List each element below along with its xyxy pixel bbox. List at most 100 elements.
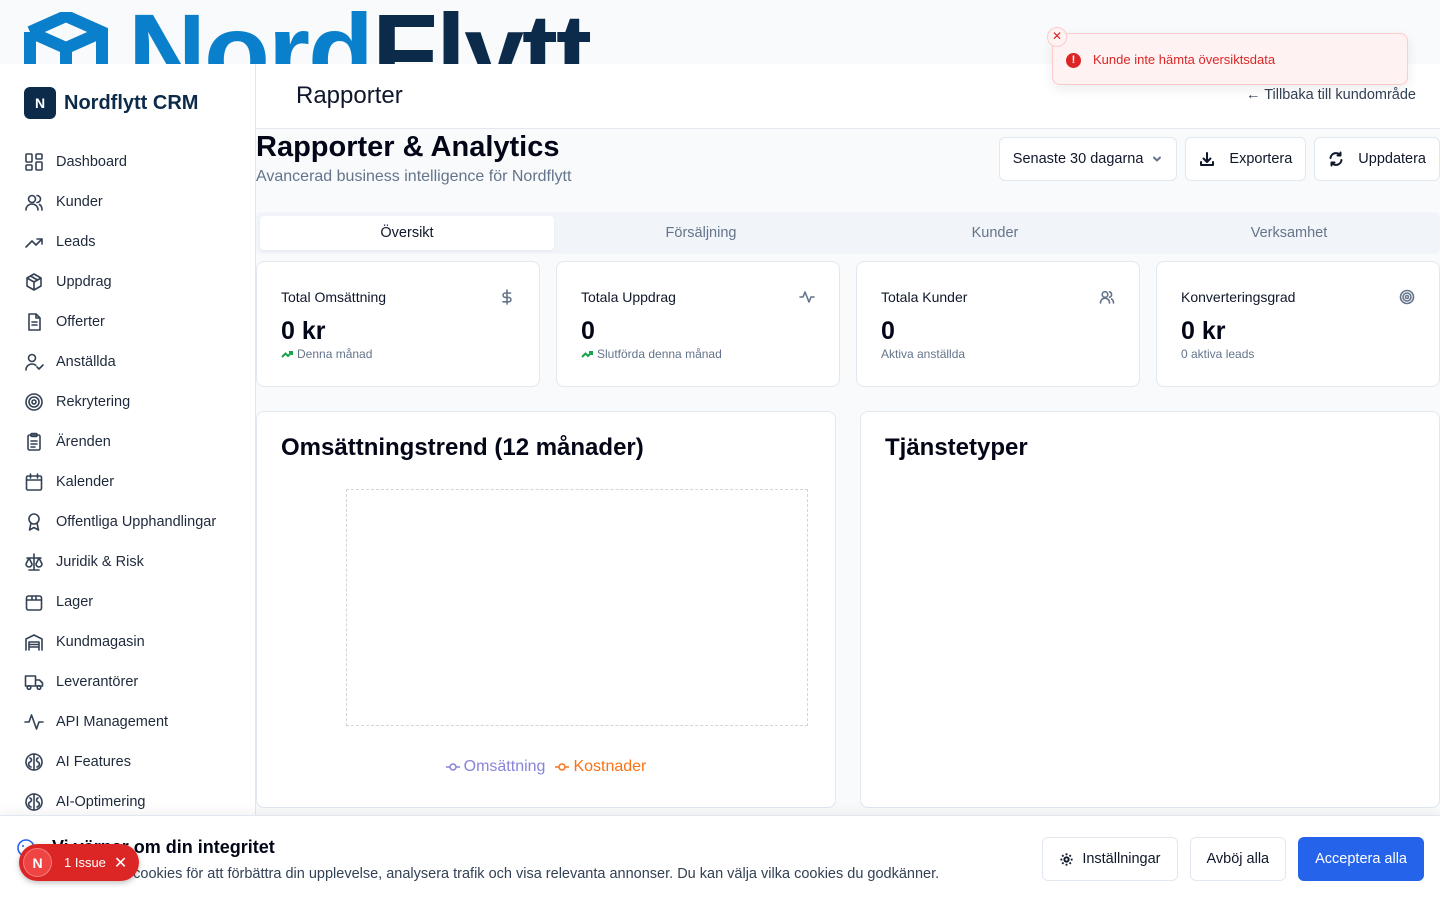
- refresh-icon: [1329, 151, 1343, 167]
- stat-card-customers: Totala Kunder 0 Aktiva anställda: [856, 261, 1140, 387]
- activity-icon: [799, 289, 815, 305]
- sidebar-item-leads[interactable]: Leads: [0, 222, 256, 262]
- sidebar-item-kunder[interactable]: Kunder: [0, 182, 256, 222]
- clipboard-icon: [27, 432, 41, 451]
- stat-card-assignments: Totala Uppdrag 0 Slutförda denna månad: [556, 261, 840, 387]
- stat-card-sub: Aktiva anställda: [881, 347, 965, 361]
- target-icon: [25, 393, 43, 411]
- stat-card-sub: Denna månad: [281, 347, 372, 361]
- revenue-chart-area: [346, 489, 808, 726]
- cookie-accept-button[interactable]: Acceptera alla: [1298, 837, 1424, 881]
- issues-badge[interactable]: N 1 Issue ✕: [19, 844, 139, 881]
- line-marker-icon: [445, 763, 460, 771]
- users-icon: [25, 194, 43, 211]
- revenue-trend-title: Omsättningstrend (12 månader): [281, 434, 644, 461]
- page-title: Rapporter: [296, 82, 403, 109]
- sidebar-item-label: Kunder: [56, 194, 103, 210]
- legend-item-costs[interactable]: Kostnader: [555, 758, 646, 776]
- trending-up-icon: [25, 238, 43, 248]
- sidebar-item-leverantorer[interactable]: Leverantörer: [0, 662, 256, 702]
- trending-up-icon: [281, 351, 293, 358]
- legend-label: Omsättning: [463, 758, 546, 775]
- cookie-actions: Inställningar Avböj alla Acceptera alla: [1042, 837, 1424, 881]
- users-icon: [1099, 289, 1115, 305]
- target-icon: [1399, 289, 1415, 305]
- sidebar: N Nordflytt CRM Dashboard Kunder Leads U…: [0, 64, 256, 900]
- main-title: Rapporter & Analytics: [256, 131, 560, 163]
- sidebar-item-label: Kalender: [56, 474, 115, 490]
- activity-icon: [24, 714, 44, 730]
- service-types-title: Tjänstetyper: [885, 434, 1028, 461]
- cookie-settings-button[interactable]: Inställningar: [1042, 837, 1178, 881]
- toast-close-icon[interactable]: ✕: [1047, 27, 1067, 47]
- sidebar-item-lager[interactable]: Lager: [0, 582, 256, 622]
- stat-card-title: Totala Kunder: [881, 289, 968, 305]
- export-label: Exportera: [1229, 151, 1293, 167]
- period-select-value: Senaste 30 dagarna: [1012, 151, 1144, 167]
- sidebar-item-uppdrag[interactable]: Uppdrag: [0, 262, 256, 302]
- sidebar-item-ai-features[interactable]: AI Features: [0, 742, 256, 782]
- sidebar-item-rekrytering[interactable]: Rekrytering: [0, 382, 256, 422]
- chart-legend: Omsättning Kostnader: [257, 758, 835, 776]
- period-select[interactable]: Senaste 30 dagarna: [998, 137, 1178, 181]
- sidebar-item-label: Lager: [56, 594, 94, 610]
- package-icon: [26, 273, 42, 291]
- sidebar-brand[interactable]: N Nordflytt CRM: [24, 87, 198, 119]
- brand-badge: N: [24, 87, 56, 119]
- refresh-label: Uppdatera: [1358, 151, 1426, 167]
- line-marker-icon: [555, 763, 570, 771]
- stat-card-sub-text: Slutförda denna månad: [597, 347, 722, 361]
- dashboard-icon: [25, 153, 43, 171]
- error-toast: ✕ ! Kunde inte hämta översiktsdata: [1047, 27, 1408, 85]
- issues-badge-logo: N: [23, 848, 52, 877]
- cube-logo-icon: [24, 12, 108, 64]
- export-button[interactable]: Exportera: [1185, 137, 1307, 181]
- sidebar-item-label: Anställda: [56, 354, 116, 370]
- cookie-reject-button[interactable]: Avböj alla: [1189, 837, 1287, 881]
- back-to-customer-area-link[interactable]: ← Tillbaka till kundområde: [1246, 87, 1416, 103]
- tab-kunder[interactable]: Kunder: [848, 216, 1142, 250]
- sidebar-item-label: Offentliga Upphandlingar: [56, 514, 217, 530]
- tab-forsaljning[interactable]: Försäljning: [554, 216, 848, 250]
- refresh-button[interactable]: Uppdatera: [1314, 137, 1440, 181]
- sidebar-item-kundmagasin[interactable]: Kundmagasin: [0, 622, 256, 662]
- sidebar-item-label: AI-Optimering: [56, 794, 146, 810]
- sidebar-item-anstallda[interactable]: Anställda: [0, 342, 256, 382]
- calendar-icon: [25, 473, 43, 491]
- warehouse-icon: [25, 634, 43, 651]
- cookie-text: Vi använder cookies för att förbättra di…: [52, 866, 940, 882]
- stat-cards: Total Omsättning 0 kr Denna månad Totala…: [256, 261, 1440, 387]
- sidebar-item-label: API Management: [56, 714, 169, 730]
- report-controls: Senaste 30 dagarna Exportera Uppdatera: [998, 137, 1440, 181]
- stat-card-title: Total Omsättning: [281, 289, 387, 305]
- sidebar-item-dashboard[interactable]: Dashboard: [0, 142, 256, 182]
- close-icon[interactable]: ✕: [114, 853, 127, 873]
- stat-card-conversion: Konverteringsgrad 0 kr 0 aktiva leads: [1156, 261, 1440, 387]
- tab-oversikt[interactable]: Översikt: [260, 216, 554, 250]
- sidebar-item-offerter[interactable]: Offerter: [0, 302, 256, 342]
- cookie-banner: Vi värnar om din integritet Vi använder …: [0, 815, 1440, 900]
- error-icon: !: [1066, 53, 1081, 68]
- dollar-icon: [499, 289, 515, 305]
- sidebar-item-label: Kundmagasin: [56, 634, 145, 650]
- stat-card-value: 0 kr: [1181, 317, 1226, 345]
- sidebar-item-label: AI Features: [56, 754, 131, 770]
- sidebar-item-label: Dashboard: [56, 154, 127, 170]
- document-icon: [28, 313, 41, 331]
- issues-count: 1 Issue: [64, 855, 106, 870]
- sidebar-item-upphandlingar[interactable]: Offentliga Upphandlingar: [0, 502, 256, 542]
- stat-card-title: Konverteringsgrad: [1181, 289, 1296, 305]
- sidebar-nav: Dashboard Kunder Leads Uppdrag Offerter …: [0, 142, 256, 822]
- chevron-down-icon: [1153, 156, 1162, 162]
- sidebar-item-arenden[interactable]: Ärenden: [0, 422, 256, 462]
- brain-icon: [25, 793, 43, 811]
- sidebar-item-label: Leverantörer: [56, 674, 139, 690]
- stat-card-sub-text: Denna månad: [297, 347, 373, 361]
- stat-card-sub: 0 aktiva leads: [1181, 347, 1254, 361]
- sidebar-item-juridik[interactable]: Juridik & Risk: [0, 542, 256, 582]
- legend-item-revenue[interactable]: Omsättning: [445, 758, 546, 776]
- tab-verksamhet[interactable]: Verksamhet: [1142, 216, 1436, 250]
- download-icon: [1200, 152, 1215, 166]
- sidebar-item-kalender[interactable]: Kalender: [0, 462, 256, 502]
- sidebar-item-api[interactable]: API Management: [0, 702, 256, 742]
